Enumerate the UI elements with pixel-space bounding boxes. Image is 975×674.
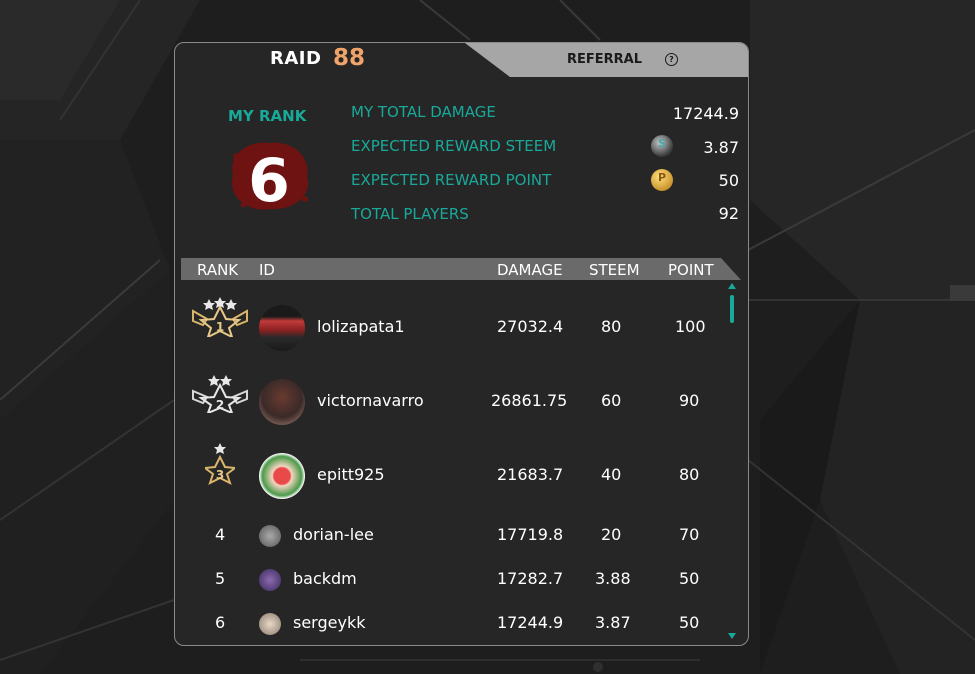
- referral-button[interactable]: REFERRAL: [567, 52, 642, 67]
- row-point: 70: [679, 525, 700, 544]
- row-rank: 6: [215, 613, 226, 632]
- row-damage: 21683.7: [497, 465, 564, 484]
- scroll-down-icon[interactable]: [728, 633, 736, 639]
- rank-1-number: 1: [216, 320, 224, 334]
- row-steem: 80: [601, 317, 622, 336]
- row-damage: 17719.8: [497, 525, 564, 544]
- row-id[interactable]: lolizapata1: [317, 317, 405, 336]
- rank-3-number: 3: [216, 468, 224, 482]
- row-id[interactable]: sergeykk: [293, 613, 365, 632]
- header-id: ID: [259, 261, 275, 279]
- header-damage: DAMAGE: [497, 261, 563, 279]
- help-icon[interactable]: ?: [665, 53, 678, 66]
- raid-number: 88: [333, 45, 366, 71]
- header-steem: STEEM: [589, 261, 640, 279]
- rank-2-number: 2: [216, 398, 224, 412]
- stat-label-total-damage: MY TOTAL DAMAGE: [351, 103, 496, 121]
- row-damage: 17282.7: [497, 569, 564, 588]
- steem-coin-icon: S: [651, 135, 673, 157]
- row-rank: 4: [215, 525, 226, 544]
- row-steem: 40: [601, 465, 622, 484]
- rank-2-medal-icon: 2: [192, 375, 248, 413]
- avatar[interactable]: [259, 305, 305, 351]
- stat-value-total-damage: 17244.9: [672, 104, 739, 123]
- stat-label-reward-steem: EXPECTED REWARD STEEM: [351, 137, 557, 155]
- row-steem: 3.88: [595, 569, 631, 588]
- scrollbar-thumb[interactable]: [730, 295, 734, 323]
- table-row[interactable]: 4 dorian-lee 17719.8 20 70: [181, 513, 731, 557]
- stat-label-total-players: TOTAL PLAYERS: [351, 205, 469, 223]
- row-id[interactable]: epitt925: [317, 465, 385, 484]
- row-id[interactable]: backdm: [293, 569, 357, 588]
- table-row[interactable]: 1 lolizapata1 27032.4 80 100: [181, 291, 731, 365]
- avatar[interactable]: [259, 569, 281, 591]
- row-point: 50: [679, 569, 700, 588]
- rank-1-medal-icon: 1: [192, 297, 248, 337]
- table-row[interactable]: 2 victornavarro 26861.75 60 90: [181, 365, 731, 439]
- row-steem: 60: [601, 391, 622, 410]
- row-damage: 26861.75: [491, 391, 568, 410]
- row-id[interactable]: victornavarro: [317, 391, 424, 410]
- header-rank: RANK: [197, 261, 239, 279]
- rank-3-medal-icon: 3: [205, 443, 235, 485]
- raid-label: RAID: [270, 48, 322, 69]
- row-damage: 27032.4: [497, 317, 564, 336]
- raid-panel: RAID 88 REFERRAL ? MY RANK 6 MY TOTAL DA…: [174, 42, 749, 646]
- stat-value-reward-point: 50: [718, 171, 739, 190]
- avatar[interactable]: [259, 613, 281, 635]
- row-point: 50: [679, 613, 700, 632]
- row-damage: 17244.9: [497, 613, 564, 632]
- leaderboard-scrollbar[interactable]: [727, 283, 737, 639]
- avatar[interactable]: [259, 453, 305, 499]
- row-point: 90: [679, 391, 700, 410]
- row-rank: 5: [215, 569, 226, 588]
- stat-value-reward-steem: 3.87: [703, 138, 739, 157]
- table-row[interactable]: 6 sergeykk 17244.9 3.87 50: [181, 601, 731, 645]
- point-coin-icon: P: [651, 169, 673, 191]
- row-point: 80: [679, 465, 700, 484]
- leaderboard-list[interactable]: 1 lolizapata1 27032.4 80 100 2 victornav…: [181, 281, 731, 641]
- table-row[interactable]: 3 epitt925 21683.7 40 80: [181, 439, 731, 513]
- stat-value-total-players: 92: [718, 204, 739, 223]
- my-rank-emblem: 6: [231, 142, 309, 215]
- my-rank-label: MY RANK: [228, 107, 307, 125]
- scroll-up-icon[interactable]: [728, 283, 736, 289]
- row-id[interactable]: dorian-lee: [293, 525, 374, 544]
- table-header: RANK ID DAMAGE STEEM POINT: [181, 258, 741, 280]
- row-steem: 3.87: [595, 613, 631, 632]
- avatar[interactable]: [259, 525, 281, 547]
- table-row[interactable]: 5 backdm 17282.7 3.88 50: [181, 557, 731, 601]
- stat-label-reward-point: EXPECTED REWARD POINT: [351, 171, 552, 189]
- avatar[interactable]: [259, 379, 305, 425]
- row-steem: 20: [601, 525, 622, 544]
- header-point: POINT: [668, 261, 714, 279]
- my-rank-value: 6: [248, 146, 290, 215]
- row-point: 100: [675, 317, 706, 336]
